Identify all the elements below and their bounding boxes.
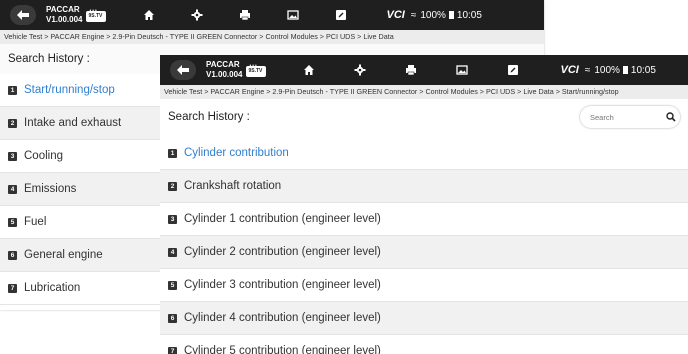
list-item-label: Cylinder 4 contribution (engineer level) [184,312,381,324]
software-version: V1.00.004 [206,70,243,79]
list-item[interactable]: 7 Cylinder 5 contribution (engineer level… [160,335,688,354]
number-badge: 2 [168,181,177,191]
list-item-label: Intake and exhaust [24,117,122,129]
vehicle-icon: •••9S.TV [86,8,107,22]
clock-time: 10:05 [630,64,656,76]
number-badge: 6 [168,313,177,323]
wifi-icon: ≈ [584,64,591,76]
search-history-label: Search History : [160,99,688,135]
number-badge: 7 [8,283,17,293]
number-badge: 6 [8,250,17,260]
brand-title: PACCAR [46,5,80,14]
print-icon[interactable] [238,8,252,22]
battery-percent: 100% [594,64,620,76]
vehicle-icon: •••9S.TV [246,63,267,77]
number-badge: 5 [168,280,177,290]
parameter-list: 1 Cylinder contribution 2 Crankshaft rotat… [160,137,688,354]
vehicle-brand: PACCAR V1.00.004 [206,61,242,79]
print-icon[interactable] [404,63,418,77]
number-badge: 4 [8,184,17,194]
battery-icon [622,66,628,74]
breadcrumb: Vehicle Test > PACCAR Engine > 2.9-Pin D… [0,30,544,44]
top-toolbar: PACCAR V1.00.004 •••9S.TV VCI ≈ 100% 10:… [160,55,688,85]
status-area: VCI ≈ 100% 10:05 [386,9,481,21]
battery-icon [448,11,454,19]
back-button[interactable] [10,5,36,25]
back-arrow-icon [177,65,189,75]
number-badge: 4 [168,247,177,257]
search-icon[interactable] [666,112,676,122]
software-version: V1.00.004 [46,15,83,24]
list-item-label: Crankshaft rotation [184,180,282,192]
list-item-label: Emissions [24,183,77,195]
list-item[interactable]: 1 Cylinder contribution [160,137,688,170]
image-icon[interactable] [286,8,300,22]
number-badge: 2 [8,118,17,128]
number-badge: 1 [8,85,17,95]
number-badge: 3 [168,214,177,224]
list-item-label: Lubrication [24,282,81,294]
list-item-label: Cylinder 3 contribution (engineer level) [184,279,381,291]
list-item[interactable]: 6 Cylinder 4 contribution (engineer level… [160,302,688,335]
list-item[interactable]: 3 Cylinder 1 contribution (engineer level… [160,203,688,236]
home-icon[interactable] [142,8,156,22]
list-item-label: Fuel [24,216,47,228]
list-item[interactable]: 2 Crankshaft rotation [160,170,688,203]
foreground-screen: PACCAR V1.00.004 •••9S.TV VCI ≈ 100% 10:… [160,55,688,354]
breadcrumb: Vehicle Test > PACCAR Engine > 2.9-Pin D… [160,85,688,99]
clock-time: 10:05 [456,9,482,21]
number-badge: 7 [168,346,177,354]
list-item[interactable]: 5 Cylinder 3 contribution (engineer level… [160,269,688,302]
brand-title: PACCAR [206,60,240,69]
list-item-label: Cylinder 5 contribution (engineer level) [184,345,381,354]
search-history-text: Search History : [168,111,250,123]
list-item-label: General engine [24,249,103,261]
vehicle-brand: PACCAR V1.00.004 [46,6,82,24]
vci-connection-icon: VCI [560,64,579,76]
status-area: VCI ≈ 100% 10:05 [560,64,655,76]
list-item-label: Cooling [24,150,63,162]
settings-gear-icon[interactable] [190,8,204,22]
number-badge: 3 [8,151,17,161]
number-badge: 5 [8,217,17,227]
list-item-label: Cylinder contribution [184,147,289,159]
list-item-label: Cylinder 2 contribution (engineer level) [184,246,381,258]
top-toolbar: PACCAR V1.00.004 •••9S.TV VCI ≈ 100% 10:… [0,0,544,30]
edit-icon[interactable] [334,8,348,22]
search-box[interactable] [580,106,680,128]
vci-connection-icon: VCI [386,9,405,21]
settings-gear-icon[interactable] [353,63,367,77]
image-icon[interactable] [455,63,469,77]
list-item[interactable]: 4 Cylinder 2 contribution (engineer level… [160,236,688,269]
back-arrow-icon [17,10,29,20]
edit-icon[interactable] [506,63,520,77]
number-badge: 1 [168,148,177,158]
list-item-label: Cylinder 1 contribution (engineer level) [184,213,381,225]
search-input[interactable] [588,111,662,123]
list-item-label: Start/running/stop [24,84,115,96]
home-icon[interactable] [302,63,316,77]
battery-percent: 100% [420,9,446,21]
back-button[interactable] [170,60,196,80]
wifi-icon: ≈ [410,9,417,21]
